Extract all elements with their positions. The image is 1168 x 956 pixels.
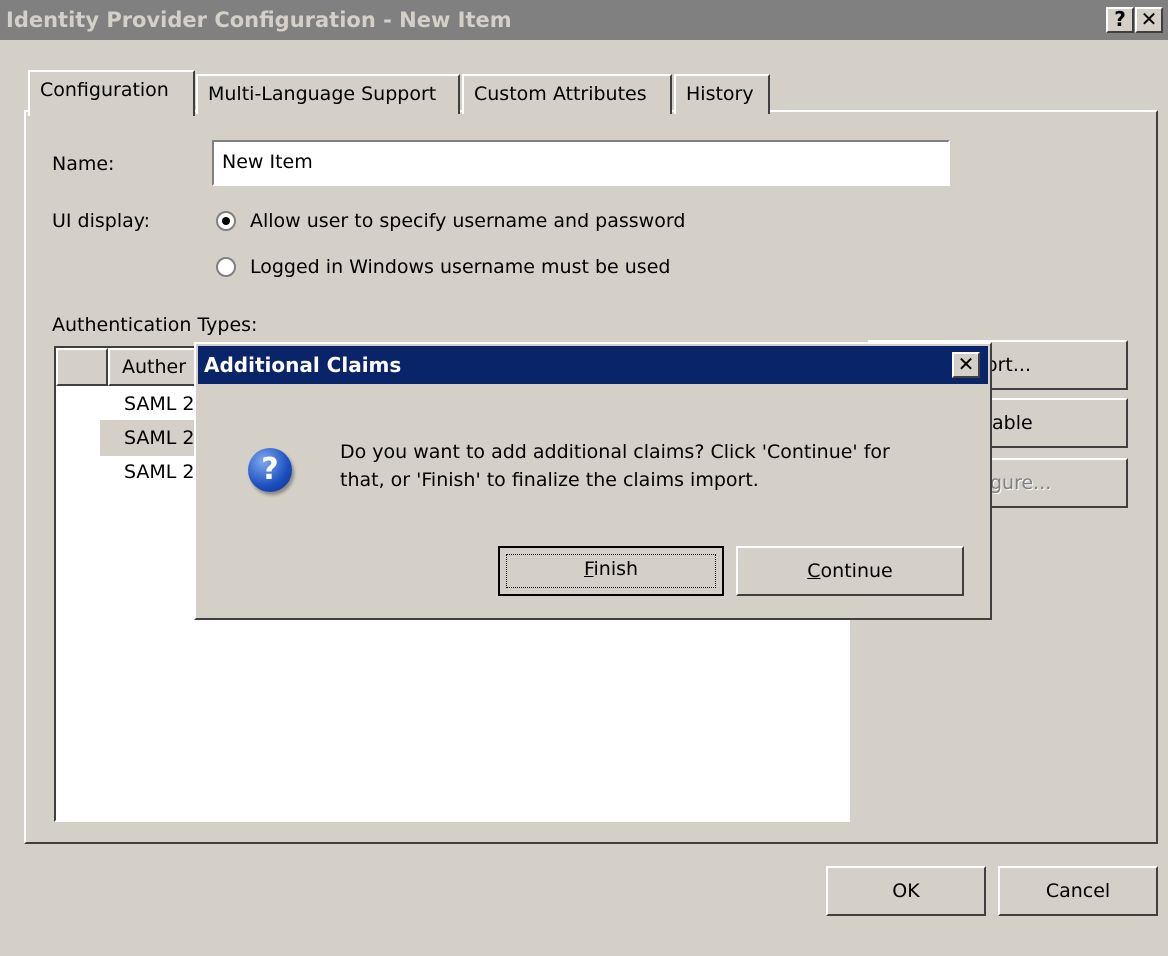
tab-label: Configuration (40, 79, 169, 101)
column-header-blank[interactable] (56, 348, 108, 386)
window-close-button[interactable]: ✕ (1135, 7, 1163, 33)
enable-button-label: able (992, 412, 1033, 434)
continue-button[interactable]: Continue (736, 546, 964, 596)
additional-claims-dialog[interactable]: Additional Claims ✕ ? Do you want to add… (194, 342, 992, 620)
name-input[interactable]: New Item (212, 140, 950, 186)
tab-label: Multi-Language Support (208, 83, 437, 105)
name-label: Name: (52, 153, 115, 175)
window-title: Identity Provider Configuration - New It… (6, 8, 512, 32)
auth-types-label: Authentication Types: (52, 314, 258, 336)
finish-button[interactable]: Finish (498, 546, 724, 596)
configure-button-label: gure... (990, 472, 1052, 494)
tab-custom-attributes[interactable]: Custom Attributes (462, 74, 672, 114)
dialog-title-bar[interactable]: Additional Claims (198, 346, 988, 384)
cancel-button[interactable]: Cancel (998, 866, 1158, 916)
tab-multi-language-support[interactable]: Multi-Language Support (196, 74, 460, 114)
question-icon: ? (248, 448, 292, 492)
dialog-message-line1: Do you want to add additional claims? Cl… (340, 441, 890, 463)
continue-mnemonic: C (807, 560, 821, 582)
import-button-label: ort... (986, 354, 1032, 376)
column-header-label: Auther (122, 356, 187, 378)
help-button[interactable]: ? (1106, 7, 1134, 33)
tab-label: History (686, 83, 754, 105)
help-icon: ? (1114, 7, 1126, 31)
list-item[interactable]: SAML 2 (124, 460, 195, 484)
radio-label: Logged in Windows username must be used (250, 256, 671, 278)
window-title-bar[interactable]: Identity Provider Configuration - New It… (0, 0, 1168, 40)
list-item-label: SAML 2 (124, 427, 195, 449)
dialog-message-line2: that, or 'Finish' to finalize the claims… (340, 469, 759, 491)
tab-label: Custom Attributes (474, 83, 647, 105)
radio-button-checked[interactable] (216, 211, 236, 231)
ui-display-label: UI display: (52, 210, 151, 232)
dialog-title: Additional Claims (204, 353, 402, 377)
list-item[interactable]: SAML 2 (124, 392, 195, 416)
continue-label: ontinue (820, 560, 893, 582)
radio-label: Allow user to specify username and passw… (250, 210, 686, 232)
close-icon: ✕ (957, 352, 975, 376)
ok-button[interactable]: OK (826, 866, 986, 916)
dialog-close-button[interactable]: ✕ (952, 352, 980, 378)
tab-configuration[interactable]: Configuration (28, 70, 195, 116)
tab-history[interactable]: History (674, 74, 770, 114)
close-icon: ✕ (1140, 7, 1158, 31)
radio-button-unchecked[interactable] (216, 257, 236, 277)
